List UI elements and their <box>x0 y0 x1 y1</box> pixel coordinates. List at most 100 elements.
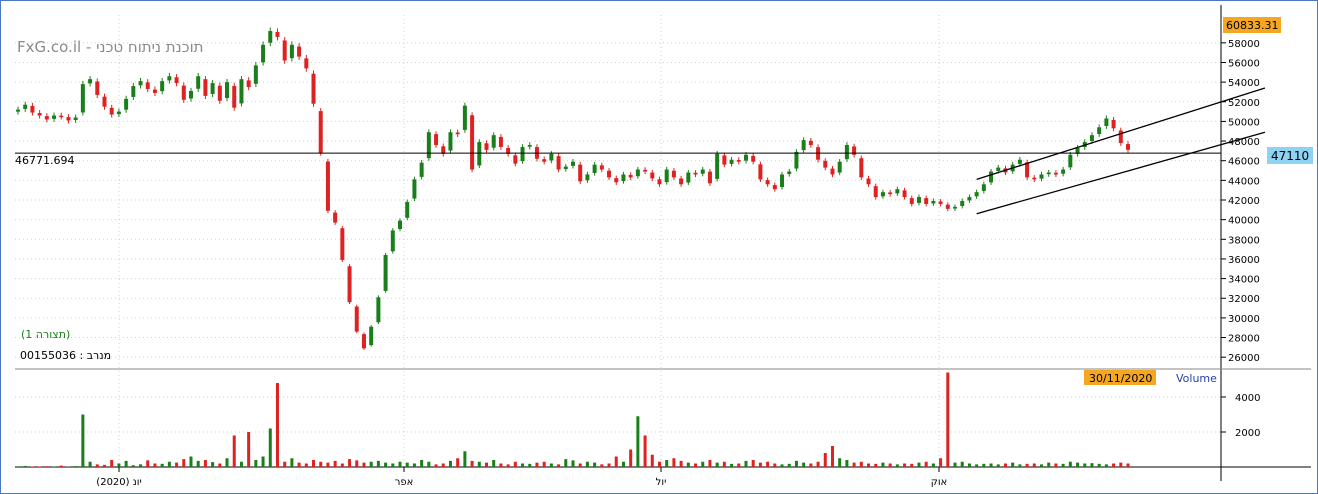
candle-body <box>59 115 64 118</box>
price-axis: 5800056000540005200050000480004600044000… <box>1221 39 1260 364</box>
candle-body <box>571 161 575 166</box>
volume-bar <box>600 464 604 467</box>
candle-body <box>124 98 129 110</box>
candle-body <box>412 179 417 199</box>
volume-bar <box>939 458 943 467</box>
volume-bar <box>275 383 279 467</box>
candle-body <box>635 169 640 177</box>
volume-bar <box>434 464 438 467</box>
volume-bar <box>593 462 597 467</box>
volume-bar <box>290 458 294 467</box>
candle-body <box>95 81 100 95</box>
volume-bar <box>81 414 85 467</box>
volume-bar <box>903 463 907 467</box>
candle-body <box>1039 174 1044 179</box>
volume-bar <box>139 464 143 467</box>
price-tick-label: 26000 <box>1228 353 1260 364</box>
volume-bar <box>225 458 229 467</box>
volume-bar <box>636 416 640 467</box>
candle-body <box>210 83 215 94</box>
candle-body <box>916 197 921 203</box>
volume-bar <box>953 462 957 467</box>
volume-bar <box>780 464 784 467</box>
volume-bar <box>967 463 971 467</box>
candle-body <box>1061 169 1066 174</box>
candle-body <box>787 171 792 175</box>
candle-body <box>794 151 799 169</box>
volume-bar <box>1018 464 1022 467</box>
candle-body <box>477 142 482 166</box>
volume-bar <box>773 463 777 467</box>
candle-body <box>628 174 633 178</box>
candle-body <box>498 136 503 147</box>
volume-bar <box>420 460 424 467</box>
volume-bar <box>910 463 914 467</box>
volume-bar <box>737 463 741 467</box>
candle-body <box>578 164 583 182</box>
candle-body <box>888 192 893 195</box>
volume-bar <box>427 461 431 467</box>
candle-body <box>253 65 258 84</box>
volume-bar <box>701 461 705 467</box>
candle-body <box>1025 162 1030 178</box>
time-tick-label: יול <box>656 477 667 488</box>
price-tick-label: 58000 <box>1228 39 1260 50</box>
volume-bar <box>1104 464 1108 467</box>
volume-bar <box>203 460 207 467</box>
candle-body <box>938 201 943 204</box>
volume-bar <box>477 461 481 467</box>
volume-bar <box>333 460 337 467</box>
volume-bar <box>607 463 611 467</box>
volume-bar <box>794 460 798 467</box>
volume-bar <box>1061 463 1065 467</box>
candle-body <box>1053 172 1058 175</box>
candle-body <box>340 228 345 260</box>
candle-body <box>801 140 806 151</box>
volume-bar <box>924 461 928 467</box>
candle-body <box>909 198 914 204</box>
candle-body <box>621 174 626 182</box>
volume-label: Volume <box>1176 372 1217 385</box>
candle-body <box>671 170 676 178</box>
volume-bar <box>384 462 388 467</box>
candle-body <box>902 190 907 198</box>
price-tick-label: 38000 <box>1228 235 1260 246</box>
candle-body <box>527 144 532 147</box>
candle-body <box>217 85 222 101</box>
volume-bar <box>319 461 323 467</box>
volume-bar <box>730 463 734 467</box>
price-tick-label: 40000 <box>1228 216 1260 227</box>
volume-bar <box>766 461 770 467</box>
candle-body <box>167 76 172 81</box>
price-tick-label: 52000 <box>1228 98 1260 109</box>
volume-bar <box>59 465 63 467</box>
candle-body <box>823 160 828 168</box>
volume-bar <box>239 461 243 467</box>
candle-body <box>275 31 280 37</box>
watermark: FxG.co.il - תוכנת ניתוח טכני <box>17 38 204 56</box>
time-axis: יונ (2020) אפר יול אוק <box>96 467 947 488</box>
time-tick-label: אפר <box>395 477 414 488</box>
volume-bar <box>499 463 503 467</box>
volume-bar <box>917 462 921 467</box>
stock-chart[interactable]: 5800056000540005200050000480004600044000… <box>1 1 1317 493</box>
volume-bar <box>211 462 215 467</box>
candle-body <box>297 46 302 57</box>
volume-bar <box>1068 461 1072 467</box>
candle-body <box>470 115 475 170</box>
volume-bar <box>874 463 878 467</box>
volume-bar <box>629 449 633 467</box>
time-tick-label: יונ (2020) <box>96 477 141 488</box>
volume-bar <box>643 435 647 467</box>
volume-bar <box>312 460 316 467</box>
candle-body <box>369 326 374 346</box>
candle-body <box>859 158 864 178</box>
volume-bar <box>95 464 99 467</box>
candle-body <box>268 31 273 43</box>
volume-bar <box>74 466 78 467</box>
volume-bar <box>946 372 950 467</box>
candle-body <box>30 105 35 113</box>
volume-bar <box>167 461 171 467</box>
candle-body <box>607 170 612 178</box>
volume-bar <box>297 462 301 467</box>
